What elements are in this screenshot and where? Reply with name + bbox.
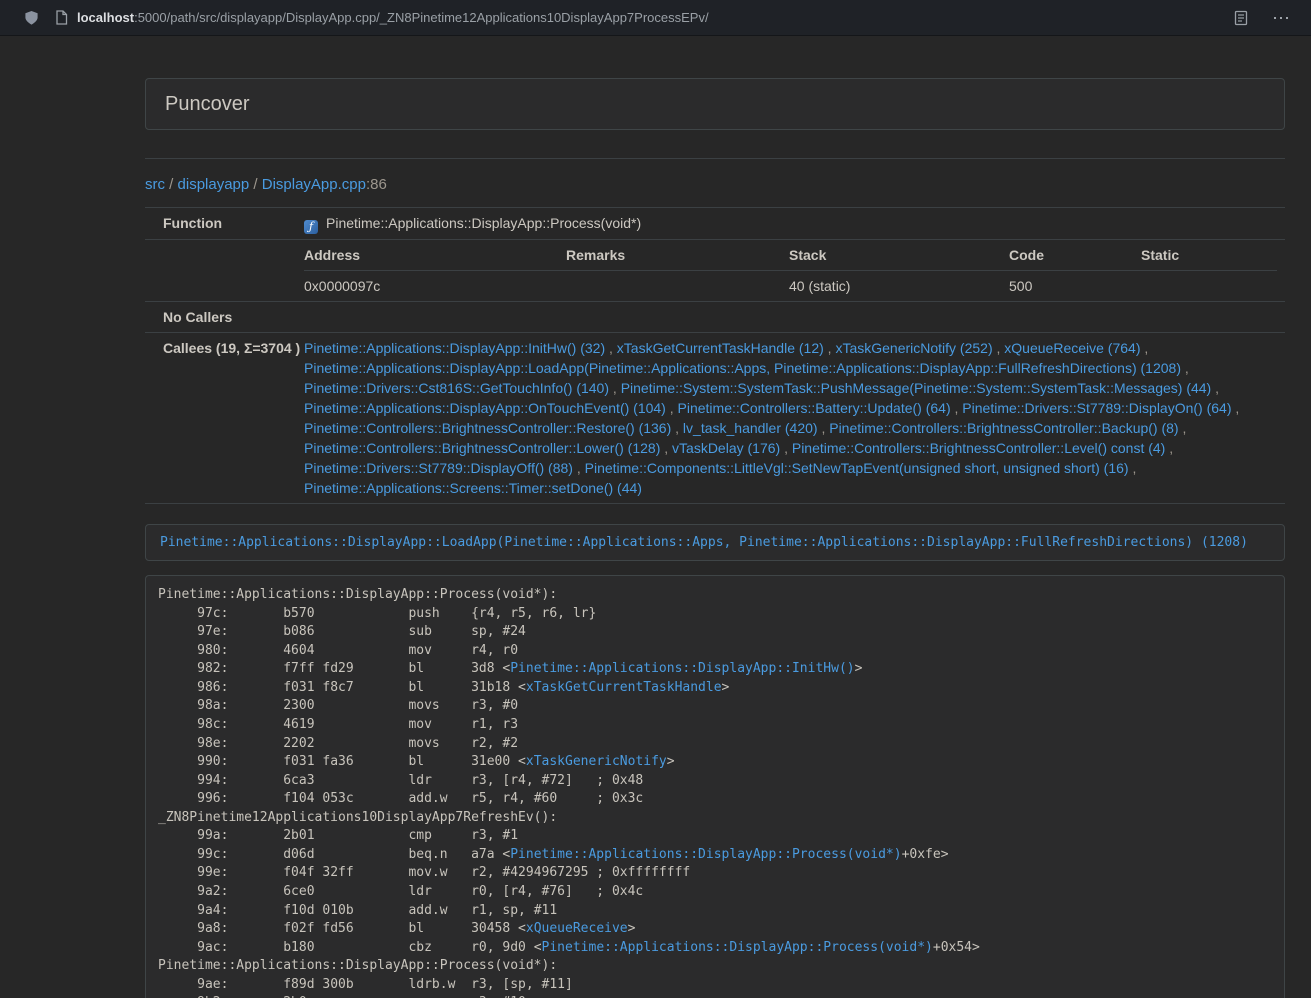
callee-separator: ,	[1140, 340, 1148, 356]
callee-separator: ,	[993, 340, 1005, 356]
function-name: Pinetime::Applications::DisplayApp::Proc…	[326, 215, 641, 231]
stack-value: 40 (static)	[789, 271, 1009, 302]
no-callers-label: No Callers	[145, 302, 290, 333]
function-row-label: Function	[145, 208, 290, 240]
breadcrumb: src / displayapp / DisplayApp.cpp:86	[145, 175, 1285, 195]
stats-table: Address Remarks Stack Code Static 0x0000…	[304, 240, 1277, 301]
callee-link[interactable]: Pinetime::Controllers::BrightnessControl…	[304, 420, 671, 436]
column-static: Static	[1141, 240, 1277, 271]
page-container: Puncover src / displayapp / DisplayApp.c…	[145, 78, 1285, 998]
callee-separator: ,	[824, 340, 836, 356]
breadcrumb-separator: /	[169, 176, 173, 193]
callee-separator: ,	[818, 420, 830, 436]
page-icon	[55, 10, 68, 25]
callee-separator: ,	[671, 420, 683, 436]
callees-list: Pinetime::Applications::DisplayApp::Init…	[304, 338, 1277, 498]
callee-link[interactable]: xTaskGetCurrentTaskHandle (12)	[617, 340, 824, 356]
callee-separator: ,	[573, 460, 585, 476]
callee-link[interactable]: Pinetime::Controllers::BrightnessControl…	[792, 440, 1165, 456]
callee-link[interactable]: Pinetime::Controllers::BrightnessControl…	[304, 440, 660, 456]
chrome-actions: ⋯	[1234, 9, 1291, 27]
reader-mode-icon[interactable]	[1234, 10, 1248, 26]
callee-link[interactable]: Pinetime::Drivers::Cst816S::GetTouchInfo…	[304, 380, 609, 396]
callee-link[interactable]: Pinetime::Applications::Screens::Timer::…	[304, 480, 642, 496]
disasm-symbol-link[interactable]: Pinetime::Applications::DisplayApp::Init…	[510, 661, 854, 676]
browser-chrome: localhost:5000/path/src/displayapp/Displ…	[0, 0, 1311, 36]
breadcrumb-separator: /	[253, 176, 257, 193]
callee-link[interactable]: xQueueReceive (764)	[1004, 340, 1140, 356]
shield-icon[interactable]	[24, 10, 39, 26]
stats-header-row: Address Remarks Stack Code Static	[304, 240, 1277, 271]
callee-link[interactable]: Pinetime::Drivers::St7789::DisplayOff() …	[304, 460, 573, 476]
disasm-symbol-link[interactable]: xTaskGetCurrentTaskHandle	[526, 680, 722, 695]
app-header-panel: Puncover	[145, 78, 1285, 130]
callee-separator: ,	[660, 440, 672, 456]
callee-link[interactable]: Pinetime::Applications::DisplayApp::OnTo…	[304, 400, 666, 416]
disasm-symbol-link[interactable]: xTaskGenericNotify	[526, 754, 667, 769]
callee-separator: ,	[1232, 400, 1240, 416]
callee-separator: ,	[605, 340, 617, 356]
callee-link[interactable]: lv_task_handler (420)	[683, 420, 818, 436]
callee-link[interactable]: Pinetime::Drivers::St7789::DisplayOn() (…	[962, 400, 1231, 416]
callee-separator: ,	[780, 440, 792, 456]
static-value	[1141, 271, 1277, 302]
stats-values-row: 0x0000097c 40 (static) 500	[304, 271, 1277, 302]
address-value: 0x0000097c	[304, 271, 566, 302]
disassembly-block: Pinetime::Applications::DisplayApp::Proc…	[145, 575, 1285, 998]
callee-link[interactable]: Pinetime::Controllers::Battery::Update()…	[678, 400, 951, 416]
callee-link[interactable]: Pinetime::System::SystemTask::PushMessag…	[621, 380, 1212, 396]
url-bar[interactable]: localhost:5000/path/src/displayapp/Displ…	[55, 9, 1234, 27]
callee-separator: ,	[1181, 360, 1189, 376]
symbol-panel: Pinetime::Applications::DisplayApp::Load…	[145, 524, 1285, 561]
callee-link[interactable]: Pinetime::Components::LittleVgl::SetNewT…	[585, 460, 1129, 476]
function-table: Function ƒPinetime::Applications::Displa…	[145, 207, 1285, 504]
column-code: Code	[1009, 240, 1141, 271]
callee-link[interactable]: xTaskGenericNotify (252)	[835, 340, 992, 356]
breadcrumb-line-number: :86	[366, 176, 387, 193]
breadcrumb-src-link[interactable]: src	[145, 176, 165, 193]
column-stack: Stack	[789, 240, 1009, 271]
callee-separator: ,	[1129, 460, 1137, 476]
callees-row: Callees (19, Σ=3704 ) Pinetime::Applicat…	[145, 333, 1285, 504]
column-remarks: Remarks	[566, 240, 789, 271]
function-row: Function ƒ Pinetime::Applications::Displa…	[145, 208, 1285, 240]
disasm-symbol-link[interactable]: xQueueReceive	[526, 921, 628, 936]
callee-link[interactable]: Pinetime::Controllers::BrightnessControl…	[829, 420, 1178, 436]
callee-separator: ,	[1211, 380, 1219, 396]
callee-separator: ,	[1179, 420, 1187, 436]
breadcrumb-file-link[interactable]: DisplayApp.cpp	[262, 176, 366, 193]
url-host: localhost	[77, 10, 134, 25]
breadcrumb-displayapp-link[interactable]: displayapp	[178, 176, 250, 193]
callee-separator: ,	[951, 400, 963, 416]
overflow-menu-icon[interactable]: ⋯	[1272, 9, 1291, 27]
callee-separator: ,	[1165, 440, 1173, 456]
page-title: Puncover	[165, 91, 1265, 117]
symbol-panel-link[interactable]: Pinetime::Applications::DisplayApp::Load…	[160, 535, 1248, 550]
stats-row: Address Remarks Stack Code Static 0x0000…	[145, 240, 1285, 302]
callee-separator: ,	[666, 400, 678, 416]
callee-link[interactable]: vTaskDelay (176)	[672, 440, 780, 456]
callees-label: Callees (19, Σ=3704 )	[145, 333, 290, 504]
disasm-symbol-link[interactable]: Pinetime::Applications::DisplayApp::Proc…	[510, 847, 901, 862]
disasm-symbol-link[interactable]: Pinetime::Applications::DisplayApp::Proc…	[542, 940, 933, 955]
callee-separator: ,	[609, 380, 621, 396]
function-icon: ƒ	[304, 220, 318, 234]
callee-link[interactable]: Pinetime::Applications::DisplayApp::Init…	[304, 340, 605, 356]
column-address: Address	[304, 240, 566, 271]
divider	[145, 158, 1285, 159]
no-callers-row: No Callers	[145, 302, 1285, 333]
remarks-value	[566, 271, 789, 302]
url-path: :5000/path/src/displayapp/DisplayApp.cpp…	[134, 10, 709, 25]
code-value: 500	[1009, 271, 1141, 302]
callee-link[interactable]: Pinetime::Applications::DisplayApp::Load…	[304, 360, 1181, 376]
